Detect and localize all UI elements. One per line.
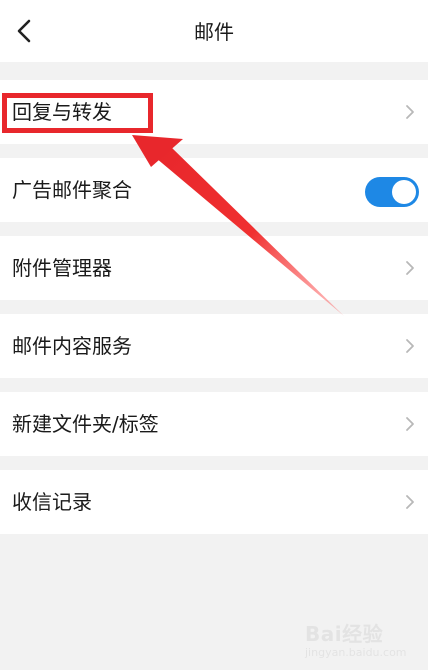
settings-item-label: 收信记录	[12, 490, 92, 514]
page-bottom-area	[0, 534, 428, 670]
settings-item-label: 邮件内容服务	[12, 334, 132, 358]
settings-item-ad-mail-aggregation: 广告邮件聚合	[0, 158, 428, 222]
section-divider	[0, 222, 428, 236]
settings-item-label: 回复与转发	[12, 100, 112, 124]
top-bar: 邮件	[0, 0, 428, 62]
page-title: 邮件	[194, 20, 234, 44]
section-divider	[0, 144, 428, 158]
settings-item-attachment-manager[interactable]: 附件管理器	[0, 236, 428, 300]
toggle-knob	[392, 180, 416, 204]
chevron-right-icon	[406, 339, 414, 353]
settings-item-receive-log[interactable]: 收信记录	[0, 470, 428, 534]
chevron-right-icon	[406, 261, 414, 275]
section-divider	[0, 456, 428, 470]
section-divider	[0, 300, 428, 314]
settings-item-reply-forward[interactable]: 回复与转发	[0, 80, 428, 144]
ad-aggregation-toggle[interactable]	[365, 177, 419, 207]
settings-item-mail-content-service[interactable]: 邮件内容服务	[0, 314, 428, 378]
section-divider	[0, 62, 428, 80]
chevron-right-icon	[406, 417, 414, 431]
settings-item-new-folder-tag[interactable]: 新建文件夹/标签	[0, 392, 428, 456]
chevron-right-icon	[406, 495, 414, 509]
settings-item-label: 附件管理器	[12, 256, 112, 280]
settings-item-label: 新建文件夹/标签	[12, 412, 159, 436]
section-divider	[0, 378, 428, 392]
settings-item-label: 广告邮件聚合	[12, 178, 132, 202]
chevron-right-icon	[406, 105, 414, 119]
